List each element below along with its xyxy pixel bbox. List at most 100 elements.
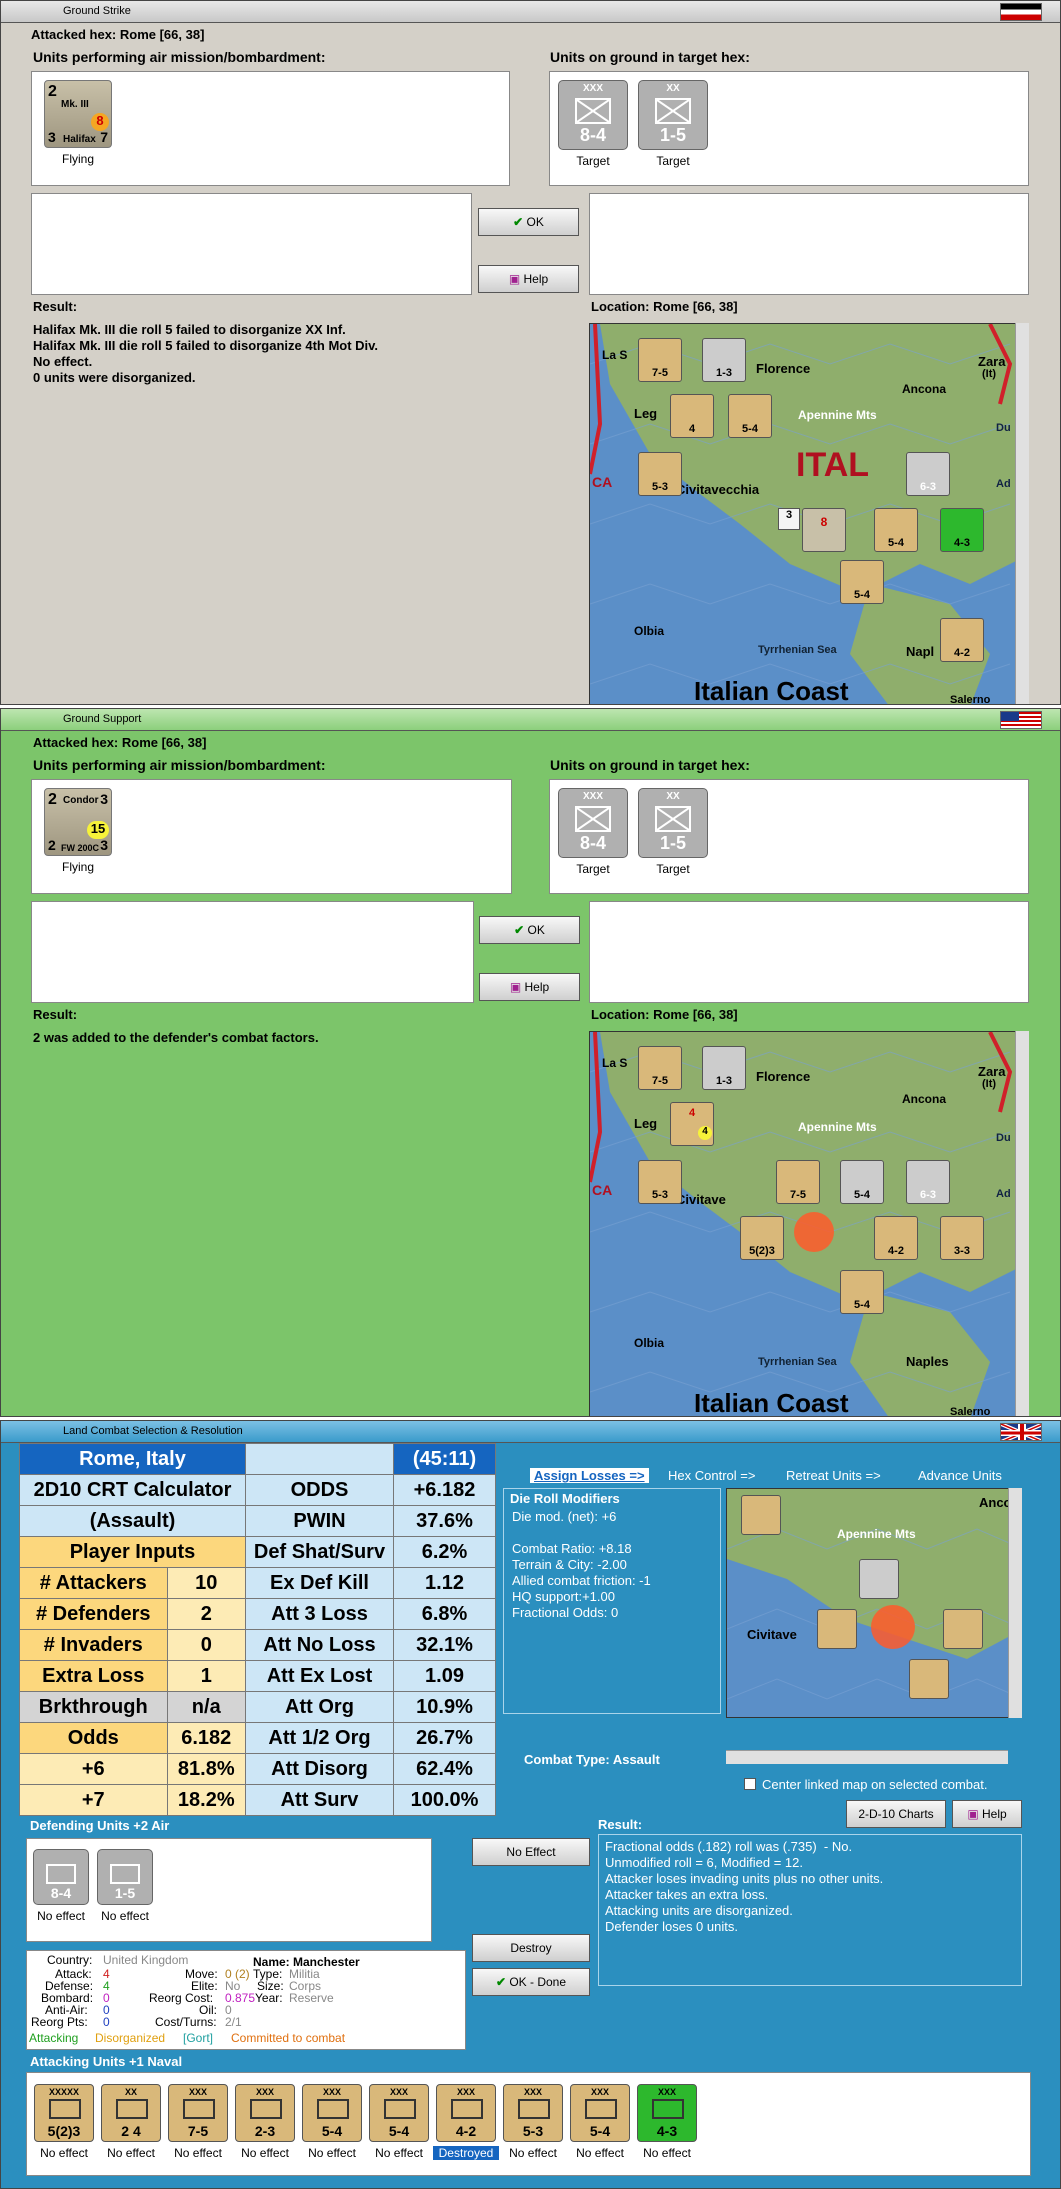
tab-assign-losses[interactable]: Assign Losses => <box>530 1468 649 1483</box>
attacker-counter[interactable]: XXX 2-3 <box>235 2084 295 2142</box>
attacker-caption: No effect <box>576 2146 624 2160</box>
map-counter[interactable] <box>741 1495 781 1535</box>
title-bar[interactable]: Ground Strike <box>1 1 1060 23</box>
crt-input-label: # Defenders <box>19 1598 168 1630</box>
ok-button[interactable]: ✔ OK <box>479 916 580 944</box>
map-counter[interactable]: 3-3 <box>940 1216 984 1260</box>
map-counter[interactable]: 4 <box>698 1126 712 1140</box>
crt-label: Att Disorg <box>245 1753 394 1785</box>
map-counter[interactable]: 8 <box>802 508 846 552</box>
crt-input-value: 6.182 <box>166 1722 246 1754</box>
title-bar[interactable]: Land Combat Selection & Resolution <box>1 1421 1060 1443</box>
crt-value: 1.12 <box>393 1567 496 1599</box>
crt-value: 6.2% <box>393 1536 496 1568</box>
halifax-counter[interactable]: 2 Mk. III 8 Halifax 3 7 <box>44 80 112 148</box>
crt-input-value[interactable]: 0 <box>166 1629 246 1661</box>
defender-xx-inf[interactable]: 8-4 <box>33 1849 89 1905</box>
linked-map[interactable]: Anco Apennine Mts Civitave <box>726 1488 1022 1718</box>
map-label: La S <box>602 348 628 362</box>
attacker-counter[interactable]: XXX 7-5 <box>168 2084 228 2142</box>
window-title: Land Combat Selection & Resolution <box>63 1425 243 1437</box>
map-counter[interactable]: 1-3 <box>702 338 746 382</box>
help-button[interactable]: ▣ Help <box>478 265 579 293</box>
ok-done-button[interactable]: ✔ OK - Done <box>472 1968 590 1996</box>
destroy-button[interactable]: Destroy <box>472 1934 590 1962</box>
map-counter[interactable]: 5-4 <box>728 394 772 438</box>
2d10-charts-button[interactable]: 2-D-10 Charts <box>846 1800 946 1828</box>
map-counter[interactable]: 4-2 <box>940 618 984 662</box>
map-counter[interactable] <box>909 1659 949 1699</box>
attacker-counter[interactable]: XXX 5-4 <box>302 2084 362 2142</box>
map-label: Salerno <box>950 694 991 705</box>
map-counter[interactable] <box>943 1609 983 1649</box>
attacker-counter[interactable]: XXX 5-4 <box>570 2084 630 2142</box>
target-units-box: XXX 8-4 Target XX 1-5 Target <box>549 71 1029 186</box>
unit-type-icon <box>518 2099 550 2119</box>
help-button[interactable]: ▣ Help <box>479 973 580 1001</box>
map-counter[interactable]: 4-2 <box>874 1216 918 1260</box>
crt-input-value[interactable]: 2 <box>166 1598 246 1630</box>
map-counter[interactable]: 4-3 <box>940 508 984 552</box>
tab-retreat-units[interactable]: Retreat Units => <box>786 1468 881 1483</box>
help-button[interactable]: ▣ Help <box>952 1800 1022 1828</box>
crt-input-value[interactable]: 1 <box>166 1660 246 1692</box>
map-counter[interactable] <box>859 1559 899 1599</box>
map-counter[interactable]: 7-5 <box>638 338 682 382</box>
map-vertical-scrollbar[interactable] <box>1015 323 1029 704</box>
linked-map-h-scrollbar[interactable] <box>726 1750 1008 1764</box>
map-counter[interactable]: 5-4 <box>840 1160 884 1204</box>
unit-size: XX <box>666 83 680 94</box>
map-vertical-scrollbar[interactable] <box>1015 1031 1029 1416</box>
attacker-counter[interactable]: XXX 4-2 <box>436 2084 496 2142</box>
map-counter[interactable]: 7-5 <box>776 1160 820 1204</box>
map-counter[interactable]: 3 <box>778 508 800 530</box>
result-text: 2 was added to the defender's combat fac… <box>33 1030 319 1045</box>
defender-4th-mot-div[interactable]: 1-5 <box>97 1849 153 1905</box>
map-counter[interactable]: 7-5 <box>638 1046 682 1090</box>
target-4th-mot-div[interactable]: XX 1-5 <box>638 788 708 858</box>
condor-counter[interactable]: 2 Condor 3 15 FW 200C 2 3 <box>44 788 112 856</box>
attacker-counter[interactable]: XX 2 4 <box>101 2084 161 2142</box>
unit-value: 5-4 <box>589 2123 611 2139</box>
ok-button[interactable]: ✔ OK <box>478 208 579 236</box>
crt-input-value[interactable]: 10 <box>166 1567 246 1599</box>
map-counter[interactable]: 6-3 <box>906 452 950 496</box>
window-title: Ground Strike <box>63 5 131 17</box>
attacker-counter[interactable]: XXX 5-4 <box>369 2084 429 2142</box>
linked-map-v-scrollbar[interactable] <box>1008 1488 1022 1718</box>
map-counter[interactable]: 4 <box>670 394 714 438</box>
map-counter[interactable]: 5-4 <box>840 1270 884 1314</box>
attacker-counter[interactable]: XXX 5-3 <box>503 2084 563 2142</box>
map-counter[interactable]: 1-3 <box>702 1046 746 1090</box>
crt-value: 6.8% <box>393 1598 496 1630</box>
attacker-counter[interactable]: XXXXX 5(2)3 <box>34 2084 94 2142</box>
map-counter[interactable]: 5-4 <box>840 560 884 604</box>
crt-input-value: 18.2% <box>166 1784 246 1816</box>
map-counter[interactable] <box>817 1609 857 1649</box>
air-unit-name: Condor <box>63 795 99 806</box>
map-view[interactable]: La S Florence Ancona Zara (It) Leg Apenn… <box>589 323 1029 705</box>
crt-calc-title: 2D10 CRT Calculator <box>19 1474 246 1506</box>
tab-advance-units[interactable]: Advance Units <box>918 1468 1002 1483</box>
air-units-box: 2 Mk. III 8 Halifax 3 7 Flying <box>31 71 510 186</box>
result-label: Result: <box>598 1817 643 1832</box>
attacker-counter[interactable]: XXX 4-3 <box>637 2084 697 2142</box>
center-link-checkbox[interactable] <box>744 1778 756 1790</box>
crt-input-label: Extra Loss <box>19 1660 168 1692</box>
tab-hex-control[interactable]: Hex Control => <box>668 1468 755 1483</box>
title-bar[interactable]: Ground Support <box>1 709 1060 731</box>
ok-label: OK <box>526 215 544 229</box>
map-counter[interactable]: 5-3 <box>638 1160 682 1204</box>
map-counter[interactable]: 5(2)3 <box>740 1216 784 1260</box>
map-counter[interactable]: 5-3 <box>638 452 682 496</box>
target-4th-mot-div[interactable]: XX 1-5 <box>638 80 708 150</box>
no-effect-button[interactable]: No Effect <box>472 1838 590 1866</box>
crt-input-label: +7 <box>19 1784 168 1816</box>
map-counter[interactable]: 6-3 <box>906 1160 950 1204</box>
map-counter[interactable]: 5-4 <box>874 508 918 552</box>
crt-value: 32.1% <box>393 1629 496 1661</box>
target-xx-inf[interactable]: XXX 8-4 <box>558 788 628 858</box>
map-view[interactable]: La S Florence Ancona Zara (It) Leg Apenn… <box>589 1031 1029 1416</box>
target-xx-inf[interactable]: XXX 8-4 <box>558 80 628 150</box>
unit-value: 8-4 <box>579 125 606 145</box>
